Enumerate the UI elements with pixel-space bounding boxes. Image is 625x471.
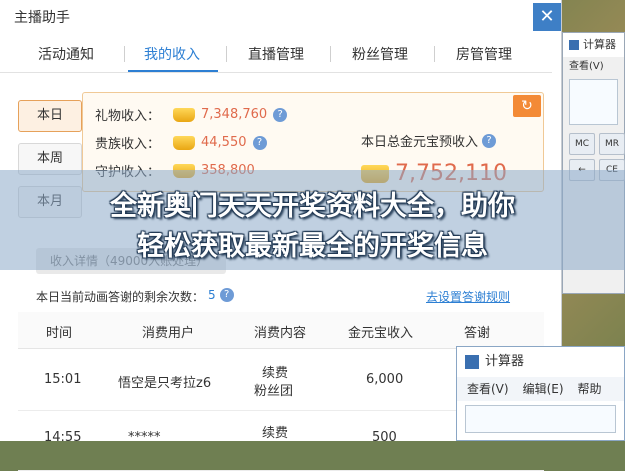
gift-income-value: 7,348,760 bbox=[201, 107, 268, 122]
help-icon[interactable]: ? bbox=[482, 133, 497, 148]
column-thanks: 答谢 bbox=[464, 326, 491, 341]
calculator-icon bbox=[465, 355, 479, 369]
set-thanks-rule-link[interactable]: 去设置答谢规则 bbox=[426, 288, 510, 305]
tab-activity-notice[interactable]: 活动通知 bbox=[38, 44, 94, 64]
column-time: 时间 bbox=[46, 326, 73, 341]
tab-divider bbox=[124, 46, 125, 62]
calculator-front-title-text: 计算器 bbox=[485, 354, 525, 369]
column-amount: 金元宝收入 bbox=[348, 326, 414, 341]
help-icon[interactable]: ? bbox=[252, 135, 267, 150]
banner-line-1: 全新奥门天天开奖资料大全，助你 bbox=[110, 191, 515, 222]
row-user: 悟空是只考拉z6 bbox=[118, 376, 212, 391]
menu-view[interactable]: 查看(V) bbox=[467, 377, 509, 401]
total-income-label: 本日总金元宝预收入 ? bbox=[361, 131, 497, 150]
today-button[interactable]: 本日 bbox=[18, 100, 82, 132]
tab-divider bbox=[330, 46, 331, 62]
title-bar: 主播助手 ✕ bbox=[0, 0, 562, 32]
calculator-back-title: 计算器 bbox=[563, 33, 624, 57]
remaining-thanks-label: 本日当前动画答谢的剩余次数： bbox=[36, 290, 205, 304]
column-user: 消费用户 bbox=[142, 326, 195, 341]
column-content: 消费内容 bbox=[254, 326, 307, 341]
tab-my-income[interactable]: 我的收入 bbox=[144, 44, 200, 64]
refresh-button[interactable]: ↻ bbox=[513, 95, 541, 117]
calc-key-mc[interactable]: MC bbox=[569, 133, 595, 155]
tab-divider bbox=[434, 46, 435, 62]
row-content-line1: 续费 bbox=[262, 366, 289, 381]
menu-edit[interactable]: 编辑(E) bbox=[523, 377, 564, 401]
active-tab-indicator bbox=[128, 70, 218, 72]
menu-help[interactable]: 帮助 bbox=[578, 377, 602, 401]
row-amount: 6,000 bbox=[366, 372, 404, 387]
tab-room-manager[interactable]: 房管管理 bbox=[456, 44, 512, 64]
window-title: 主播助手 bbox=[14, 10, 70, 26]
calculator-back-menu[interactable]: 查看(V) bbox=[563, 57, 624, 75]
close-button[interactable]: ✕ bbox=[533, 3, 561, 31]
row-amount: 500 bbox=[372, 430, 397, 445]
calculator-window-front[interactable]: 计算器 查看(V) 编辑(E) 帮助 bbox=[456, 346, 625, 441]
calculator-back-display bbox=[569, 79, 618, 125]
calculator-menu-bar: 查看(V) 编辑(E) 帮助 bbox=[457, 377, 624, 401]
banner-line-2: 轻松获取最新最全的开奖信息 bbox=[137, 231, 488, 262]
gold-ingot-icon bbox=[173, 135, 195, 150]
close-icon: ✕ bbox=[539, 6, 555, 27]
row-content-line1: 续费 bbox=[262, 426, 289, 441]
calculator-front-title: 计算器 bbox=[457, 347, 624, 377]
row-content-line2: 粉丝团 bbox=[254, 384, 294, 399]
tab-bar: 活动通知 我的收入 直播管理 粉丝管理 房管管理 bbox=[0, 38, 552, 73]
gift-income-row: 礼物收入： 7,348,760 ? bbox=[95, 105, 288, 124]
calculator-display bbox=[465, 405, 616, 433]
gold-ingot-icon bbox=[173, 107, 195, 122]
calculator-back-title-text: 计算器 bbox=[583, 38, 616, 51]
tab-live-management[interactable]: 直播管理 bbox=[248, 44, 304, 64]
remaining-thanks-count: 5 bbox=[208, 288, 216, 302]
table-header: 时间 消费用户 消费内容 金元宝收入 答谢 bbox=[18, 312, 544, 349]
promo-banner-overlay: 全新奥门天天开奖资料大全，助你 轻松获取最新最全的开奖信息 bbox=[0, 170, 625, 270]
tab-divider bbox=[226, 46, 227, 62]
noble-income-row: 贵族收入： 44,550 ? bbox=[95, 133, 267, 152]
noble-income-value: 44,550 bbox=[201, 135, 247, 150]
remaining-thanks-info: 本日当前动画答谢的剩余次数： 5 ? bbox=[36, 288, 234, 305]
total-income-label-text: 本日总金元宝预收入 bbox=[361, 135, 479, 150]
calculator-icon bbox=[569, 40, 579, 50]
calc-key-mr[interactable]: MR bbox=[599, 133, 625, 155]
noble-income-label: 贵族收入： bbox=[95, 137, 161, 152]
row-time: 15:01 bbox=[44, 372, 82, 387]
help-icon[interactable]: ? bbox=[273, 107, 288, 122]
row-user: ***** bbox=[128, 430, 161, 445]
gift-income-label: 礼物收入： bbox=[95, 109, 161, 124]
tab-fan-management[interactable]: 粉丝管理 bbox=[352, 44, 408, 64]
refresh-icon: ↻ bbox=[521, 98, 533, 114]
help-icon[interactable]: ? bbox=[219, 288, 234, 302]
row-time: 14:55 bbox=[44, 430, 82, 445]
